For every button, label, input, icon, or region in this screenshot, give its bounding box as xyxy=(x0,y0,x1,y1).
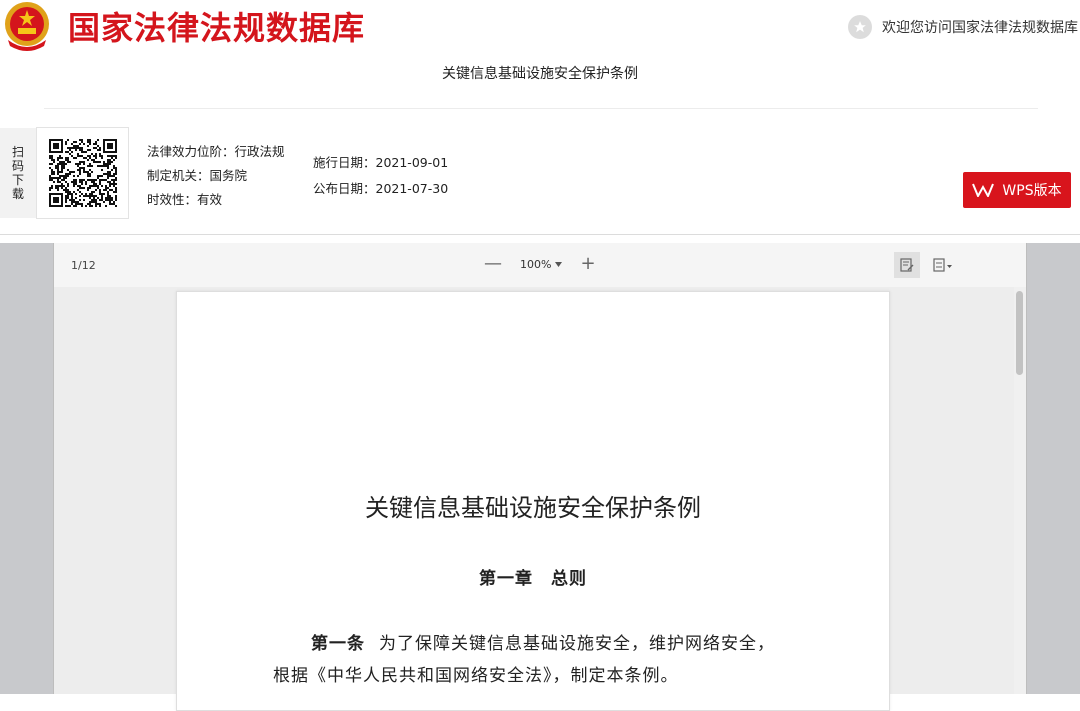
scan-tab-char: 扫 xyxy=(11,145,24,159)
star-icon[interactable] xyxy=(848,15,872,39)
zoom-level: 100% xyxy=(520,257,552,271)
qr-code xyxy=(36,127,129,219)
law-level: 法律效力位阶：行政法规 xyxy=(147,144,285,159)
edit-icon xyxy=(900,258,914,272)
site-header: 国家法律法规数据库 欢迎您访问国家法律法规数据库 xyxy=(0,0,1080,56)
edit-button[interactable] xyxy=(894,252,920,278)
divider xyxy=(44,108,1038,109)
document-page: 关键信息基础设施安全保护条例 第一章 总则 第一条 为了保障关键信息基础设施安全，… xyxy=(176,291,890,711)
zoom-out-button[interactable]: — xyxy=(484,255,502,273)
zoom-controls: — 100% + xyxy=(484,255,596,273)
viewer-tools xyxy=(894,252,956,278)
viewer-toolbar: 1/12 — 100% + xyxy=(54,243,1026,287)
wps-version-button[interactable]: WPS版本 xyxy=(963,172,1071,208)
law-meta-right: 施行日期：2021-09-01 公布日期：2021-07-30 xyxy=(313,150,448,202)
chapter-heading: 第一章 总则 xyxy=(479,569,587,589)
page-indicator: 1/12 xyxy=(71,259,96,272)
page-layout-button[interactable] xyxy=(930,252,956,278)
publish-date: 公布日期：2021-07-30 xyxy=(313,181,449,196)
qr-code-icon xyxy=(48,139,117,207)
welcome-text: 欢迎您访问国家法律法规数据库 xyxy=(882,20,1078,36)
document-viewer: 1/12 — 100% + 关键信息基础设施安全保护条例 第一章 总则 第一条 … xyxy=(53,243,1027,711)
page-layout-icon xyxy=(933,258,952,272)
effective-date: 施行日期：2021-09-01 xyxy=(313,155,449,170)
article-text-line: 根据《中华人民共和国网络安全法》，制定本条例。 xyxy=(273,666,679,686)
scan-tab-char: 下 xyxy=(11,173,24,187)
welcome-message: 欢迎您访问国家法律法规数据库 xyxy=(848,14,1078,40)
law-meta-left: 法律效力位阶：行政法规 制定机关：国务院 时效性：有效 xyxy=(147,140,285,212)
site-title[interactable]: 国家法律法规数据库 xyxy=(68,6,365,50)
article-text-line: 为了保障关键信息基础设施安全，维护网络安全， xyxy=(379,634,775,654)
wps-button-label: WPS版本 xyxy=(1002,183,1062,199)
national-emblem-icon xyxy=(5,2,49,51)
wps-logo-icon xyxy=(972,183,995,197)
caret-down-icon xyxy=(555,261,563,267)
article-paragraph: 第一条 为了保障关键信息基础设施安全，维护网络安全， 根据《中华人民共和国网络安全… xyxy=(273,628,813,692)
scan-tab-char: 载 xyxy=(11,187,24,201)
law-validity: 时效性：有效 xyxy=(147,192,223,207)
scroll-thumb[interactable] xyxy=(1016,291,1023,375)
law-authority: 制定机关：国务院 xyxy=(147,168,248,183)
divider xyxy=(0,234,1080,235)
zoom-in-button[interactable]: + xyxy=(580,255,595,273)
scan-download-tab[interactable]: 扫 码 下 载 xyxy=(0,128,36,218)
zoom-level-dropdown[interactable]: 100% xyxy=(520,257,563,271)
scan-tab-char: 码 xyxy=(11,159,24,173)
document-heading: 关键信息基础设施安全保护条例 xyxy=(442,66,638,82)
article-lead: 第一条 xyxy=(311,634,365,654)
scrollbar[interactable] xyxy=(1014,287,1026,694)
page-title: 关键信息基础设施安全保护条例 xyxy=(365,494,701,522)
